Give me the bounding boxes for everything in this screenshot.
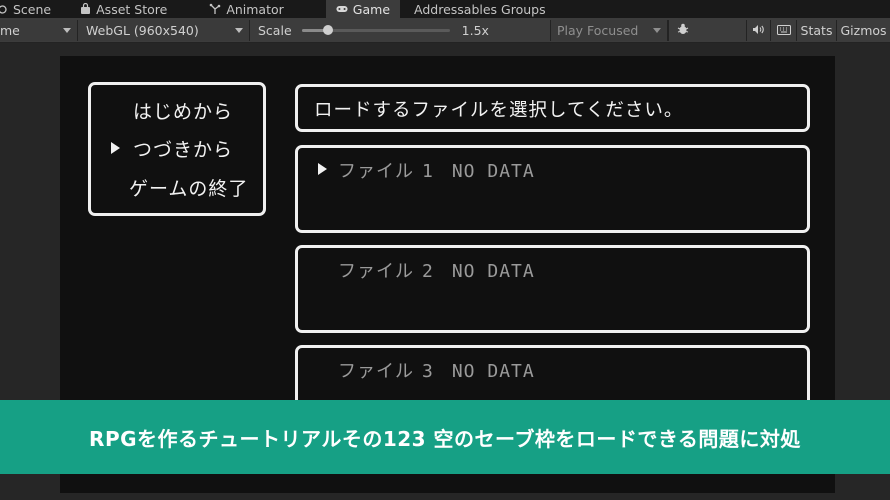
speaker-icon xyxy=(752,23,765,38)
save-slot-number: 1 xyxy=(422,161,434,182)
tab-animator[interactable]: Animator xyxy=(177,0,293,18)
save-slot-text: ファイル 2 NO DATA xyxy=(338,257,535,283)
scale-value: 1.5x xyxy=(461,22,489,38)
unity-editor-game-view: Scene Asset Store Animator Game Addressa… xyxy=(0,0,890,500)
tab-label: Scene xyxy=(13,1,52,17)
menu-item-new-game[interactable]: はじめから xyxy=(133,97,233,124)
resolution-dropdown-value: WebGL (960x540) xyxy=(86,22,199,38)
save-slot-label: ファイル xyxy=(338,261,414,282)
tab-label: Animator xyxy=(226,1,284,17)
menu-cursor-icon xyxy=(111,142,120,154)
menu-item-quit[interactable]: ゲームの終了 xyxy=(129,174,248,201)
bug-icon xyxy=(676,22,690,39)
display-dropdown-value: me xyxy=(0,22,20,38)
tab-game[interactable]: Game xyxy=(325,0,401,18)
scene-icon xyxy=(0,3,8,15)
gizmos-label: Gizmos xyxy=(840,22,887,38)
save-slot[interactable]: ファイル 2 NO DATA xyxy=(295,245,810,333)
scale-slider[interactable] xyxy=(301,24,450,35)
stats-label: Stats xyxy=(800,22,833,38)
tab-asset-store[interactable]: Asset Store xyxy=(61,0,177,18)
tab-label: Game xyxy=(352,1,391,17)
message-text: ロードするファイルを選択してください。 xyxy=(314,100,684,121)
article-title: RPGを作るチュートリアルその123 空のセーブ枠をロードできる問題に対処 xyxy=(89,426,801,451)
save-slot[interactable]: ファイル 1 NO DATA xyxy=(295,145,810,233)
message-window: ロードするファイルを選択してください。 xyxy=(295,84,810,132)
gamepad-icon xyxy=(336,3,348,15)
chevron-down-icon xyxy=(653,27,661,33)
slot-cursor-icon xyxy=(318,163,327,175)
scale-slider-handle[interactable] xyxy=(323,24,334,35)
tab-label: Asset Store xyxy=(96,1,168,17)
tab-label: Addressables Groups xyxy=(414,1,546,17)
chevron-down-icon xyxy=(235,27,243,33)
chevron-down-icon xyxy=(63,27,71,33)
article-title-banner: RPGを作るチュートリアルその123 空のセーブ枠をロードできる問題に対処 xyxy=(0,400,890,474)
tab-addressables-groups[interactable]: Addressables Groups xyxy=(400,0,556,18)
scale-control: Scale 1.5x xyxy=(250,20,550,41)
mute-audio-button[interactable] xyxy=(746,19,770,41)
bag-icon xyxy=(79,3,91,15)
display-dropdown[interactable]: me xyxy=(0,19,78,41)
play-mode-dropdown-value: Play Focused xyxy=(557,22,639,38)
animator-icon xyxy=(209,3,221,15)
shortcuts-button[interactable] xyxy=(770,19,796,41)
title-menu-window: はじめから つづきから ゲームの終了 xyxy=(88,82,266,216)
save-slot-status: NO DATA xyxy=(451,361,535,382)
scale-label: Scale xyxy=(258,22,292,38)
save-slot-label: ファイル xyxy=(338,361,414,382)
save-slot-text: ファイル 1 NO DATA xyxy=(338,157,535,183)
stats-button[interactable]: Stats xyxy=(796,19,836,41)
editor-tab-bar: Scene Asset Store Animator Game Addressa… xyxy=(0,0,890,18)
tab-scene[interactable]: Scene xyxy=(0,0,61,18)
save-slot-label: ファイル xyxy=(338,161,414,182)
save-slot-number: 3 xyxy=(422,361,434,382)
resolution-dropdown[interactable]: WebGL (960x540) xyxy=(78,19,250,41)
menu-item-continue[interactable]: つづきから xyxy=(133,135,233,162)
gizmos-button[interactable]: Gizmos xyxy=(836,19,887,41)
debug-button[interactable] xyxy=(668,19,696,41)
game-view-toolbar: me WebGL (960x540) Scale 1.5x Play Focus… xyxy=(0,18,890,43)
save-slot-text: ファイル 3 NO DATA xyxy=(338,357,535,383)
play-mode-dropdown[interactable]: Play Focused xyxy=(550,19,668,41)
save-slot-status: NO DATA xyxy=(451,261,535,282)
keyboard-icon xyxy=(776,23,791,38)
save-slot-status: NO DATA xyxy=(451,161,535,182)
save-slot-number: 2 xyxy=(422,261,434,282)
